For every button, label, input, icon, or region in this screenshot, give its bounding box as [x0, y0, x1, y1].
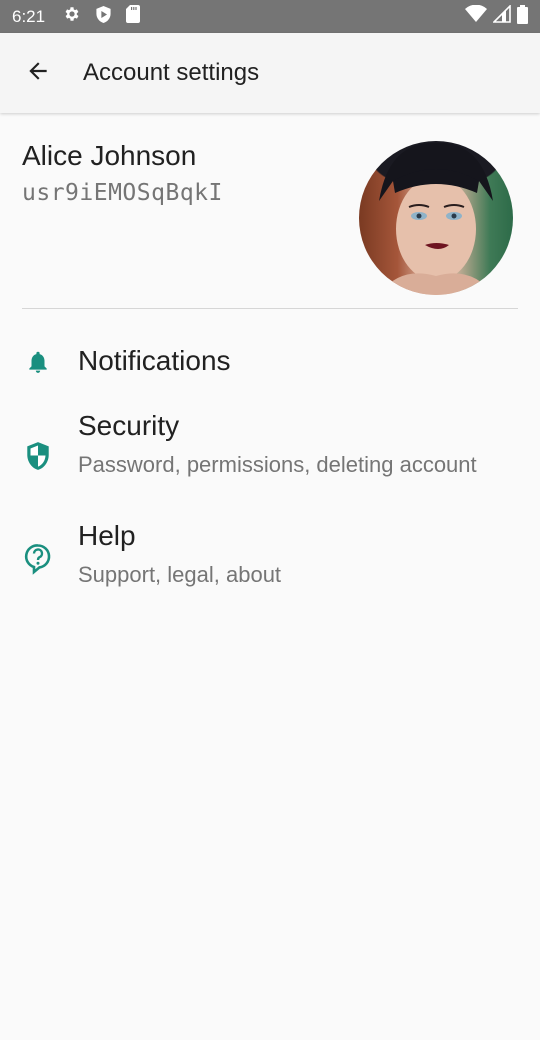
menu-item-security[interactable]: Security Password, permissions, deleting…: [0, 408, 540, 508]
signal-icon: [492, 4, 511, 28]
menu-item-subtitle: Support, legal, about: [78, 562, 282, 587]
settings-icon: [63, 5, 81, 28]
help-icon: [24, 544, 52, 575]
sd-card-icon: [126, 5, 141, 28]
status-icons-left: [63, 5, 141, 29]
profile-user-id: usr9iEMOSqBqkI: [22, 180, 223, 206]
page-title: Account settings: [83, 59, 260, 86]
status-icons-right: [465, 4, 528, 29]
menu-item-title: Help: [78, 520, 136, 551]
menu-item-subtitle: Password, permissions, deleting account: [78, 452, 477, 477]
profile-name: Alice Johnson: [22, 140, 197, 171]
shield-icon: [24, 441, 52, 471]
shield-play-icon: [95, 5, 112, 29]
avatar[interactable]: [359, 141, 513, 295]
menu-item-help[interactable]: Help Support, legal, about: [0, 518, 540, 590]
bell-icon: [24, 347, 52, 377]
menu-item-notifications[interactable]: Notifications: [0, 335, 540, 393]
divider: [22, 308, 518, 309]
arrow-back-icon: [25, 58, 51, 89]
status-bar: 6:21: [0, 0, 540, 33]
wifi-icon: [465, 4, 487, 28]
profile-section: Alice Johnson usr9iEMOSqBqkI: [0, 114, 540, 309]
status-time: 6:21: [12, 6, 46, 26]
battery-icon: [517, 4, 528, 29]
avatar-image: [379, 142, 493, 295]
back-button[interactable]: [0, 33, 76, 113]
menu-item-title: Security: [78, 410, 180, 441]
app-bar: Account settings: [0, 33, 540, 113]
menu-item-title: Notifications: [78, 345, 231, 376]
